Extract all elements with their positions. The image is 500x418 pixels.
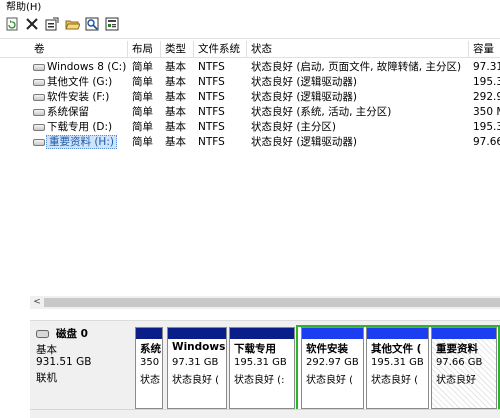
volume-row-selected[interactable]: 重要资料 (H:) 简单 基本 NTFS 状态良好 (逻辑驱动器) 97.66: [0, 135, 500, 150]
logical-partition[interactable]: 其他文件 ( 195.31 GB 状态良好 (: [366, 327, 429, 409]
open-folder-icon[interactable]: [64, 16, 80, 32]
column-volume[interactable]: 卷: [30, 41, 128, 57]
logical-partition-selected[interactable]: 重要资料 97.66 GB 状态良好: [431, 327, 497, 409]
explore-icon[interactable]: [84, 16, 100, 32]
column-filesystem[interactable]: 文件系统: [194, 41, 247, 57]
properties-icon[interactable]: [44, 16, 60, 32]
disk-map: 磁盘 0 基本 931.51 GB 联机 系统 350 状态 Windows 9…: [30, 320, 500, 418]
column-layout[interactable]: 布局: [128, 41, 161, 57]
help-icon[interactable]: [104, 16, 120, 32]
column-type[interactable]: 类型: [161, 41, 194, 57]
toolbar: [0, 12, 500, 39]
volume-row[interactable]: 软件安装 (F:) 简单 基本 NTFS 状态良好 (逻辑驱动器) 292.9: [0, 90, 500, 105]
column-status[interactable]: 状态: [247, 41, 469, 57]
drive-icon: [33, 79, 45, 86]
partition[interactable]: 下载专用 195.31 GB 状态良好 (:: [229, 327, 295, 409]
disk-type: 基本: [36, 344, 57, 356]
volume-row[interactable]: 下载专用 (D:) 简单 基本 NTFS 状态良好 (主分区) 195.3: [0, 120, 500, 135]
drive-icon: [33, 94, 45, 101]
disk-size: 931.51 GB: [36, 356, 92, 368]
disk-name: 磁盘 0: [56, 328, 88, 340]
drive-icon: [33, 124, 45, 131]
menu-bar: 帮助(H): [0, 0, 500, 13]
scroll-left-arrow-icon[interactable]: <: [30, 296, 44, 309]
volume-row[interactable]: 其他文件 (G:) 简单 基本 NTFS 状态良好 (逻辑驱动器) 195.3: [0, 75, 500, 90]
partition[interactable]: Windows 97.31 GB 状态良好 (: [167, 327, 227, 409]
scroll-thumb[interactable]: [44, 298, 500, 307]
horizontal-scrollbar[interactable]: <: [30, 296, 500, 309]
refresh-icon[interactable]: [4, 16, 20, 32]
drive-icon: [33, 64, 45, 71]
logical-partition[interactable]: 软件安装 292.97 GB 状态良好 (: [301, 327, 364, 409]
delete-icon[interactable]: [24, 16, 40, 32]
drive-icon: [33, 139, 45, 146]
column-header-row: 卷 布局 类型 文件系统 状态 容量: [0, 41, 500, 58]
disk-state: 联机: [36, 372, 57, 384]
disk-icon: [36, 330, 49, 338]
column-capacity[interactable]: 容量: [469, 41, 500, 57]
disk-info[interactable]: 磁盘 0 基本 931.51 GB 联机: [30, 321, 130, 409]
volume-row[interactable]: 系统保留 简单 基本 NTFS 状态良好 (系统, 活动, 主分区) 350 M: [0, 105, 500, 120]
volume-row[interactable]: Windows 8 (C:) 简单 基本 NTFS 状态良好 (启动, 页面文件…: [0, 60, 500, 75]
volume-list: 卷 布局 类型 文件系统 状态 容量 Windows 8 (C:) 简单 基本 …: [0, 41, 500, 313]
partition[interactable]: 系统 350 状态: [135, 327, 163, 409]
drive-icon: [33, 109, 45, 116]
